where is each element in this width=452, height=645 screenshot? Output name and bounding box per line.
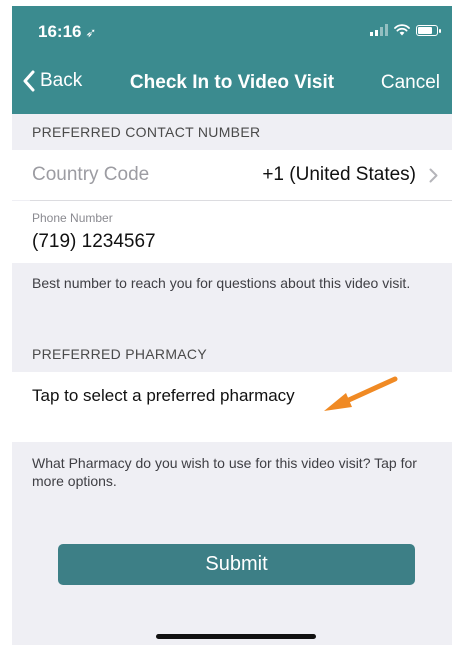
country-code-row[interactable]: Country Code +1 (United States) [12,150,452,200]
contact-helper-text: Best number to reach you for questions a… [32,275,411,291]
country-code-value: +1 (United States) [262,164,416,185]
pharmacy-section-header: PREFERRED PHARMACY [32,346,207,362]
contact-section-header: PREFERRED CONTACT NUMBER [32,124,261,140]
phone-screen: 16:16 ➶ Back Check In to Video Visit Canc… [12,6,452,645]
cancel-button[interactable]: Cancel [381,72,440,94]
select-pharmacy-label: Tap to select a preferred pharmacy [32,386,295,405]
pharmacy-helper-text: What Pharmacy do you wish to use for thi… [32,455,417,489]
status-time: 16:16 ➶ [38,22,96,42]
select-pharmacy-row[interactable]: Tap to select a preferred pharmacy [12,372,452,442]
signal-icon [370,24,388,36]
navigation-header: 16:16 ➶ Back Check In to Video Visit Canc… [12,6,452,114]
phone-number-value[interactable]: (719) 1234567 [32,231,156,253]
home-indicator [156,634,316,639]
pointer-arrow-icon [324,376,398,411]
battery-icon [416,24,441,36]
back-button[interactable]: Back [22,70,82,92]
chevron-right-icon [429,168,438,183]
phone-number-label: Phone Number [32,211,113,225]
wifi-icon [394,24,410,36]
status-icons [370,24,441,36]
chevron-left-icon [23,70,35,92]
location-arrow-icon: ➶ [85,25,97,40]
clock: 16:16 [38,22,82,41]
phone-number-field[interactable]: Phone Number (719) 1234567 [12,201,452,263]
back-label: Back [40,70,83,91]
submit-button[interactable]: Submit [58,544,415,585]
country-code-label: Country Code [32,164,150,185]
